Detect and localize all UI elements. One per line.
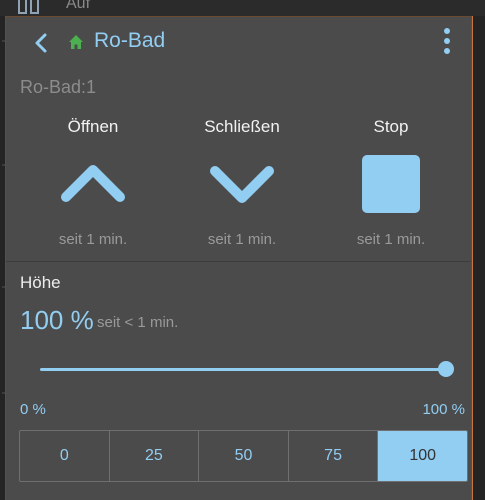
shutter-dialog: Ro-Bad Ro-Bad:1 Öffnen seit 1 min. Schli…: [5, 16, 472, 500]
chevron-left-icon: [35, 33, 47, 53]
open-label: Öffnen: [67, 117, 119, 136]
dialog-header: Ro-Bad: [6, 17, 471, 69]
preset-50-button[interactable]: 50: [199, 431, 289, 481]
preset-0-button[interactable]: 0: [20, 431, 110, 481]
stop-control: Stop seit 1 min.: [316, 115, 466, 248]
background-item-label: Auf: [66, 0, 91, 12]
back-button[interactable]: [30, 29, 54, 57]
preset-buttons: 0 25 50 75 100: [19, 430, 468, 482]
height-slider[interactable]: [40, 359, 454, 379]
close-since: seit 1 min.: [207, 231, 277, 248]
chevron-up-icon: [61, 165, 125, 202]
divider: [6, 261, 471, 262]
blinds-icon: [18, 0, 48, 14]
preset-75-button[interactable]: 75: [289, 431, 379, 481]
preset-100-button[interactable]: 100: [378, 431, 467, 481]
dialog-title: Ro-Bad: [94, 29, 166, 52]
open-since: seit 1 min.: [58, 231, 128, 248]
stop-square-icon: [362, 155, 420, 213]
open-button[interactable]: [58, 151, 128, 217]
device-subtitle: Ro-Bad:1: [20, 77, 97, 97]
home-icon: [69, 35, 83, 49]
more-menu-button[interactable]: [441, 28, 453, 58]
slider-track: [40, 368, 446, 371]
background-right-edge: [472, 16, 485, 500]
range-max-label: 100 %: [422, 401, 465, 418]
close-button[interactable]: [207, 151, 277, 217]
stop-since: seit 1 min.: [356, 231, 426, 248]
more-vertical-icon: [441, 28, 453, 54]
height-label: Höhe: [20, 273, 61, 292]
open-control: Öffnen seit 1 min.: [18, 115, 168, 248]
stop-label: Stop: [373, 117, 409, 136]
slider-thumb[interactable]: [438, 361, 454, 377]
stop-button[interactable]: [356, 151, 426, 217]
close-control: Schließen seit 1 min.: [167, 115, 317, 248]
height-since: seit < 1 min.: [97, 314, 179, 331]
preset-25-button[interactable]: 25: [110, 431, 200, 481]
height-value: 100 %: [20, 305, 94, 335]
background-list-item: Auf: [0, 0, 485, 16]
close-label: Schließen: [204, 117, 280, 136]
chevron-down-icon: [210, 166, 274, 203]
range-min-label: 0 %: [20, 401, 46, 418]
